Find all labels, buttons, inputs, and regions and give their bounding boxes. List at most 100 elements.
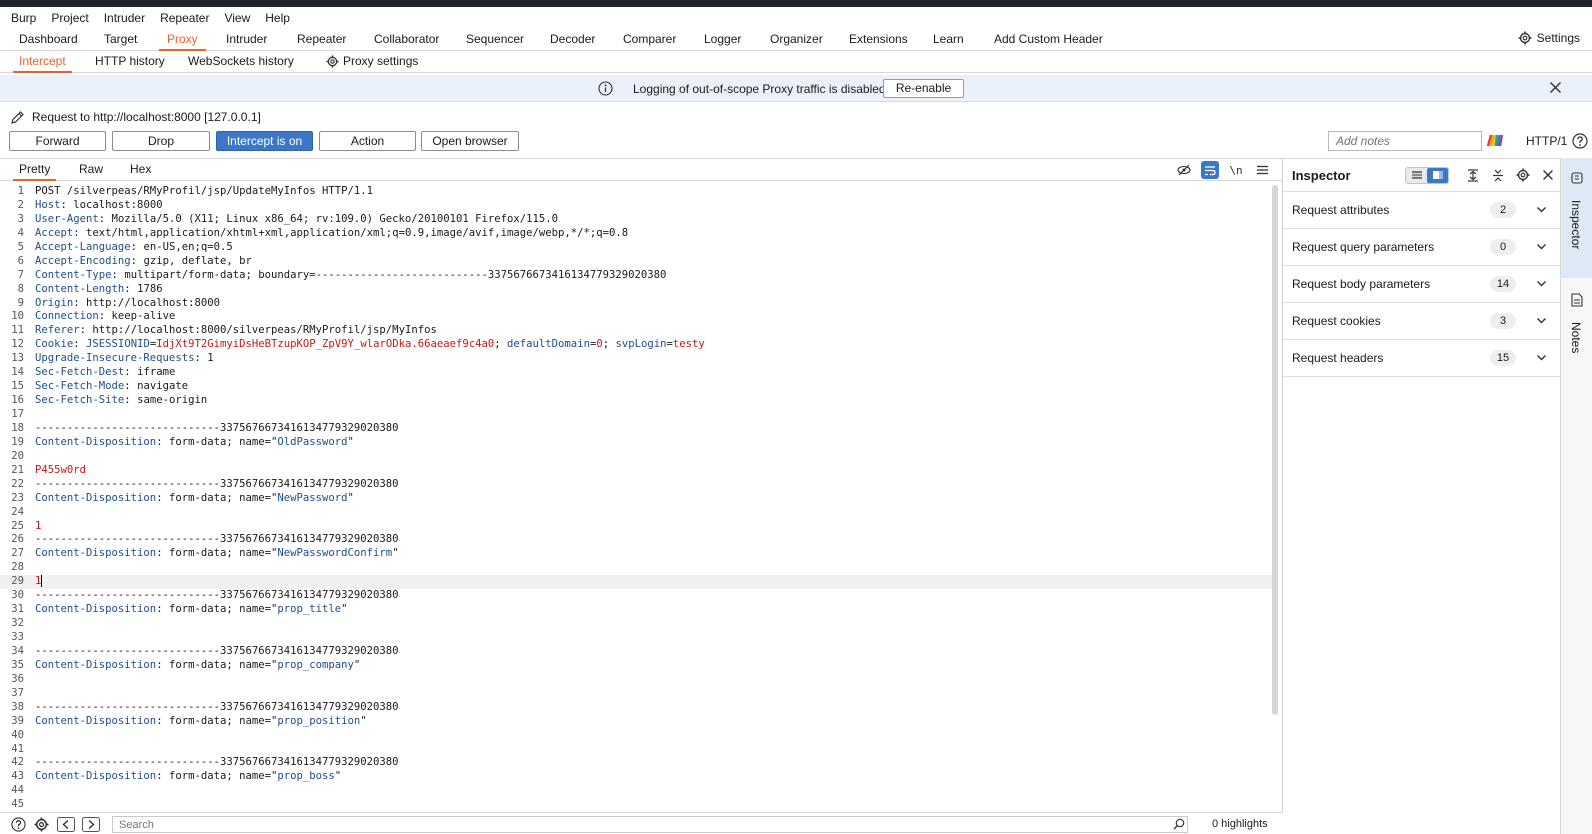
code-line[interactable]: 9 Origin: http://localhost:8000 [0,297,1275,311]
intercept-toggle-button[interactable]: Intercept is on [216,131,313,151]
code-line[interactable]: 37 [0,687,1275,701]
tab-sequencer[interactable]: Sequencer [458,28,532,51]
drop-button[interactable]: Drop [112,131,210,151]
collapse-all-icon[interactable] [1489,166,1507,184]
code-line[interactable]: 8 Content-Length: 1786 [0,283,1275,297]
code-line[interactable]: 26 -----------------------------337567667… [0,533,1275,547]
code-line[interactable]: 44 [0,784,1275,798]
arrow-right-icon[interactable] [82,817,100,832]
code-line[interactable]: 33 [0,631,1275,645]
request-code[interactable]: 1 POST /silverpeas/RMyProfil/jsp/UpdateMy… [0,185,1275,809]
wrap-lines-icon[interactable] [1201,161,1219,179]
code-line[interactable]: 1 POST /silverpeas/RMyProfil/jsp/UpdateMy… [0,185,1275,199]
code-line[interactable]: 5 Accept-Language: en-US,en;q=0.5 [0,241,1275,255]
tab-collaborator[interactable]: Collaborator [366,28,447,51]
menu-intruder[interactable]: Intruder [104,11,145,25]
tab-raw[interactable]: Raw [73,159,109,181]
code-line[interactable]: 6 Accept-Encoding: gzip, deflate, br [0,255,1275,269]
code-line[interactable]: 28 [0,561,1275,575]
open-browser-button[interactable]: Open browser [421,131,519,151]
section-request-headers[interactable]: Request headers 15 [1283,339,1560,376]
close-icon[interactable] [1539,166,1557,184]
menu-burp[interactable]: Burp [11,11,36,25]
split-layout-icon[interactable] [1427,167,1448,183]
newline-icon[interactable]: \n [1227,161,1245,179]
chevron-down-icon[interactable] [1536,204,1547,215]
code-line[interactable]: 24 [0,506,1275,520]
menu-project[interactable]: Project [51,11,88,25]
tab-logger[interactable]: Logger [696,28,749,51]
code-line[interactable]: 34 -----------------------------337567667… [0,645,1275,659]
chevron-down-icon[interactable] [1536,278,1547,289]
tab-extensions[interactable]: Extensions [841,28,916,51]
menu-view[interactable]: View [224,11,250,25]
code-line[interactable]: 14 Sec-Fetch-Dest: iframe [0,366,1275,380]
tab-pretty[interactable]: Pretty [13,159,57,181]
pencil-icon[interactable] [10,110,25,125]
settings-button[interactable]: Settings [1518,31,1580,45]
tab-learn[interactable]: Learn [925,28,972,51]
code-line[interactable]: 2 Host: localhost:8000 [0,199,1275,213]
color-highlight-icon[interactable] [1486,133,1504,148]
add-notes-input[interactable] [1328,131,1482,151]
search-icon[interactable] [1173,818,1185,830]
subtab-websockets-history[interactable]: WebSockets history [182,51,300,73]
help-icon[interactable] [11,817,26,832]
tab-hex[interactable]: Hex [124,159,157,181]
subtab-http-history[interactable]: HTTP history [89,51,171,73]
code-line[interactable]: 29 1 [0,575,1275,590]
code-line[interactable]: 42 -----------------------------337567667… [0,756,1275,770]
menu-repeater[interactable]: Repeater [160,11,209,25]
code-line[interactable]: 38 -----------------------------337567667… [0,701,1275,715]
help-icon[interactable] [1572,133,1588,149]
tab-add-custom-header[interactable]: Add Custom Header [986,28,1111,51]
rail-notes-label[interactable]: Notes [1569,322,1583,353]
editor-scrollbar[interactable] [1272,185,1278,715]
code-line[interactable]: 12 Cookie: JSESSIONID=IdjXt9T2GimyiDsHeBT… [0,338,1275,352]
layout-toggle[interactable] [1405,166,1449,184]
tab-decoder[interactable]: Decoder [542,28,603,51]
code-line[interactable]: 20 [0,450,1275,464]
code-line[interactable]: 41 [0,743,1275,757]
code-line[interactable]: 45 [0,798,1275,809]
expand-all-icon[interactable] [1464,166,1482,184]
chevron-down-icon[interactable] [1536,315,1547,326]
tab-repeater[interactable]: Repeater [289,28,354,51]
code-line[interactable]: 10 Connection: keep-alive [0,310,1275,324]
code-line[interactable]: 21 P455w0rd [0,464,1275,478]
code-line[interactable]: 17 [0,408,1275,422]
forward-button[interactable]: Forward [9,131,106,151]
menu-icon[interactable] [1253,161,1271,179]
code-line[interactable]: 25 1 [0,520,1275,534]
code-line[interactable]: 18 -----------------------------337567667… [0,422,1275,436]
tab-target[interactable]: Target [96,28,145,51]
chevron-down-icon[interactable] [1536,241,1547,252]
action-button[interactable]: Action [319,131,416,151]
tab-organizer[interactable]: Organizer [762,28,831,51]
code-line[interactable]: 15 Sec-Fetch-Mode: navigate [0,380,1275,394]
list-layout-icon[interactable] [1406,168,1427,183]
code-line[interactable]: 7 Content-Type: multipart/form-data; boun… [0,269,1275,283]
subtab-intercept[interactable]: Intercept [13,51,72,73]
close-icon[interactable] [1549,81,1562,94]
re-enable-button[interactable]: Re-enable [883,79,964,98]
tab-dashboard[interactable]: Dashboard [11,28,86,51]
code-line[interactable]: 4 Accept: text/html,application/xhtml+xml… [0,227,1275,241]
code-line[interactable]: 11 Referer: http://localhost:8000/silverp… [0,324,1275,338]
code-line[interactable]: 19 Content-Disposition: form-data; name="… [0,436,1275,450]
arrow-left-icon[interactable] [57,817,75,832]
tab-comparer[interactable]: Comparer [615,28,684,51]
code-line[interactable]: 13 Upgrade-Insecure-Requests: 1 [0,352,1275,366]
code-line[interactable]: 31 Content-Disposition: form-data; name="… [0,603,1275,617]
chevron-down-icon[interactable] [1536,352,1547,363]
code-line[interactable]: 27 Content-Disposition: form-data; name="… [0,547,1275,561]
subtab-proxy-settings[interactable]: Proxy settings [320,51,424,73]
hide-nonprintable-icon[interactable] [1175,161,1193,179]
http-version[interactable]: HTTP/1 [1526,134,1567,148]
code-line[interactable]: 36 [0,673,1275,687]
menu-help[interactable]: Help [265,11,290,25]
code-line[interactable]: 22 -----------------------------337567667… [0,478,1275,492]
section-request-attributes[interactable]: Request attributes 2 [1283,191,1560,228]
rail-inspector-tab[interactable]: Inspector [1561,158,1592,278]
search-input[interactable] [112,816,1188,833]
